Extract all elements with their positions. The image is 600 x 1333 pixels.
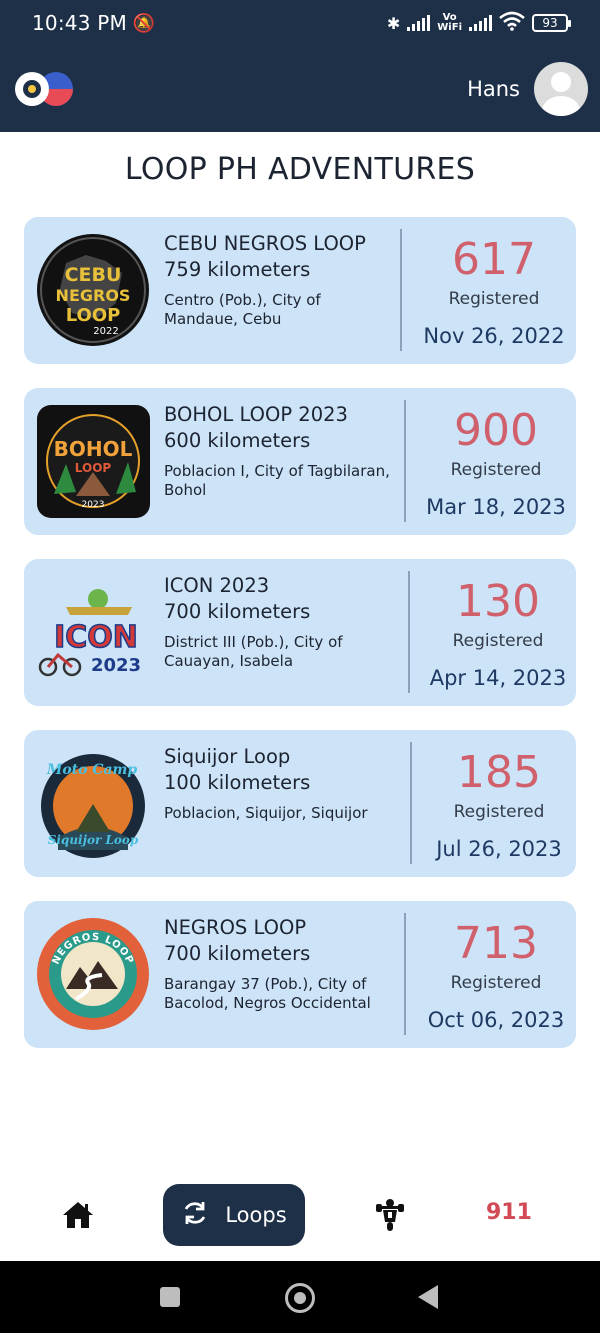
- wifi-icon: [499, 11, 525, 35]
- registered-label: Registered: [450, 460, 542, 480]
- divider: [408, 571, 410, 693]
- loops-nav-label: Loops: [225, 1203, 287, 1227]
- svg-text:Moto Camp: Moto Camp: [46, 762, 138, 778]
- bohol-loop-badge-icon: BOHOL LOOP 2023: [36, 404, 151, 519]
- loop-list: CEBU NEGROS LOOP 2022 CEBU NEGROS LOOP 7…: [24, 217, 576, 1072]
- registered-label: Registered: [450, 973, 542, 993]
- back-button[interactable]: [418, 1285, 438, 1309]
- mute-icon: 🔕: [132, 12, 156, 34]
- loop-location: Poblacion, Siquijor, Siquijor: [164, 804, 368, 822]
- registered-count: 130: [456, 576, 540, 627]
- emergency-911-button[interactable]: 911: [486, 1200, 532, 1225]
- loop-date: Apr 14, 2023: [429, 666, 567, 690]
- loops-nav-button[interactable]: Loops: [163, 1184, 305, 1246]
- username: Hans: [467, 77, 520, 101]
- loop-date: Nov 26, 2022: [423, 324, 565, 348]
- loop-distance: 700 kilometers: [164, 600, 311, 623]
- registered-label: Registered: [452, 631, 544, 651]
- registered-count: 900: [454, 405, 538, 456]
- page-title: LOOP PH ADVENTURES: [124, 152, 476, 187]
- loop-card[interactable]: ICON 2023 ICON 2023 700 kilometers Distr…: [24, 559, 576, 706]
- loop-card[interactable]: CEBU NEGROS LOOP 2022 CEBU NEGROS LOOP 7…: [24, 217, 576, 364]
- loop-location: Barangay 37 (Pob.), City of Bacolod, Neg…: [164, 975, 371, 1012]
- cell-signal-icon: [407, 15, 431, 31]
- registered-label: Registered: [453, 802, 545, 822]
- svg-text:2023: 2023: [82, 500, 105, 510]
- registered-count: 185: [457, 747, 541, 798]
- loop-distance: 759 kilometers: [164, 258, 311, 281]
- avatar[interactable]: [534, 62, 588, 116]
- system-nav-bar: [0, 1261, 600, 1333]
- bluetooth-icon: ✱: [386, 13, 401, 33]
- app-header: Hans: [0, 46, 600, 132]
- registered-count: 617: [452, 234, 536, 285]
- loop-distance: 700 kilometers: [164, 942, 311, 965]
- loop-name: Siquijor Loop: [164, 745, 291, 768]
- cell-signal-2-icon: [469, 15, 492, 31]
- vowifi-indicator: Vo WiFi: [437, 12, 462, 33]
- svg-text:NEGROS: NEGROS: [56, 286, 131, 305]
- loop-name: ICON 2023: [164, 574, 270, 597]
- loop-card[interactable]: BOHOL LOOP 2023 BOHOL LOOP 2023 600 kilo…: [24, 388, 576, 535]
- divider: [410, 742, 412, 864]
- svg-text:ICON: ICON: [54, 620, 138, 655]
- loop-date: Jul 26, 2023: [436, 837, 562, 861]
- registered-count: 713: [454, 918, 538, 969]
- loop-location: Centro (Pob.), City of Mandaue, Cebu: [164, 291, 321, 328]
- home-icon[interactable]: [62, 1200, 94, 1230]
- svg-text:LOOP: LOOP: [75, 461, 112, 475]
- svg-text:2023: 2023: [91, 655, 141, 676]
- loop-location: Poblacion I, City of Tagbilaran, Bohol: [164, 462, 390, 499]
- recents-button[interactable]: [160, 1287, 180, 1307]
- cebu-negros-loop-badge-icon: CEBU NEGROS LOOP 2022: [36, 233, 151, 348]
- battery-icon: 93: [532, 14, 571, 32]
- divider: [404, 400, 406, 522]
- app-logo[interactable]: [12, 67, 76, 111]
- negros-loop-badge-icon: NEGROS LOOP: [36, 917, 151, 1032]
- loop-date: Mar 18, 2023: [426, 495, 566, 519]
- status-time: 10:43 PM: [32, 11, 127, 35]
- refresh-icon: [181, 1199, 209, 1232]
- svg-text:CEBU: CEBU: [65, 264, 122, 286]
- loop-card[interactable]: NEGROS LOOP NEGROS LOOP 700 kilometers B…: [24, 901, 576, 1048]
- svg-text:LOOP: LOOP: [66, 305, 121, 326]
- registered-label: Registered: [448, 289, 540, 309]
- home-button[interactable]: [285, 1283, 315, 1313]
- status-bar: 10:43 PM 🔕 ✱ Vo WiFi 93: [0, 0, 600, 46]
- divider: [404, 913, 406, 1035]
- loop-location: District III (Pob.), City of Cauayan, Is…: [164, 633, 343, 670]
- loop-name: BOHOL LOOP 2023: [164, 403, 348, 426]
- loop-date: Oct 06, 2023: [427, 1008, 565, 1032]
- rider-icon[interactable]: [374, 1198, 406, 1232]
- svg-text:2022: 2022: [93, 326, 118, 337]
- svg-text:BOHOL: BOHOL: [54, 437, 133, 461]
- svg-text:Siquijor Loop: Siquijor Loop: [48, 833, 139, 847]
- loop-card[interactable]: Moto Camp Siquijor Loop Siquijor Loop 10…: [24, 730, 576, 877]
- loop-name: CEBU NEGROS LOOP: [164, 232, 366, 255]
- loop-distance: 100 kilometers: [164, 771, 311, 794]
- bottom-nav: Loops 911: [0, 1170, 600, 1260]
- loop-distance: 600 kilometers: [164, 429, 311, 452]
- siquijor-loop-badge-icon: Moto Camp Siquijor Loop: [36, 746, 151, 861]
- loop-name: NEGROS LOOP: [164, 916, 307, 939]
- icon-2023-badge-icon: ICON 2023: [36, 575, 151, 690]
- divider: [400, 229, 402, 351]
